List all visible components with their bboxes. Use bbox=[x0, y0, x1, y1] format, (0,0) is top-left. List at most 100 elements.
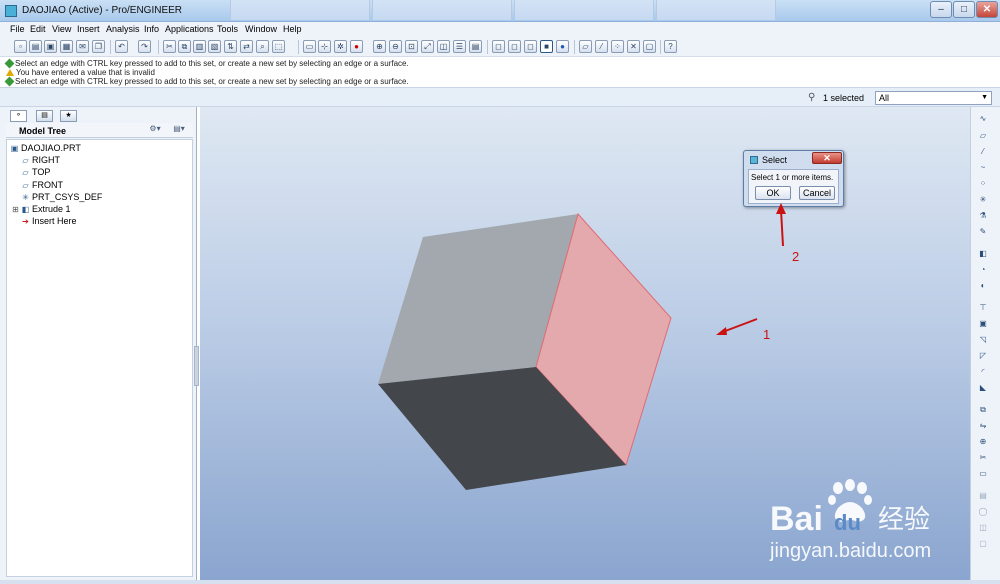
minimize-button[interactable]: – bbox=[930, 1, 952, 18]
menu-file[interactable]: File bbox=[10, 24, 25, 34]
maximize-button[interactable]: □ bbox=[953, 1, 975, 18]
menu-insert[interactable]: Insert bbox=[77, 24, 100, 34]
menu-analysis[interactable]: Analysis bbox=[106, 24, 140, 34]
no-hidden-icon[interactable]: ◻ bbox=[524, 40, 537, 53]
cancel-button[interactable]: Cancel bbox=[799, 186, 835, 200]
warning-icon bbox=[6, 69, 14, 76]
sketch-tool-icon[interactable]: ✎ bbox=[976, 226, 990, 238]
undo-icon[interactable]: ↶ bbox=[115, 40, 128, 53]
round-tool-icon[interactable]: ◜ bbox=[976, 366, 990, 378]
svg-text:经验: 经验 bbox=[878, 505, 930, 535]
model-tree-title: Model Tree bbox=[19, 126, 67, 136]
datum-planes-icon[interactable]: ▱ bbox=[579, 40, 592, 53]
sketch-curve-icon[interactable]: ∿ bbox=[976, 113, 990, 125]
regenerate-icon[interactable]: ⇅ bbox=[224, 40, 237, 53]
saved-views-icon[interactable]: ◫ bbox=[437, 40, 450, 53]
tree-settings-icon[interactable]: ⚙▾ bbox=[148, 124, 162, 136]
zoom-out-icon[interactable]: ⊖ bbox=[389, 40, 402, 53]
offset-tool-icon[interactable]: ▭ bbox=[976, 468, 990, 480]
tree-item[interactable]: ✳ PRT_CSYS_DEF bbox=[21, 192, 102, 202]
tree-item[interactable]: ▱ FRONT bbox=[21, 180, 63, 190]
view-manager-icon[interactable]: ▤ bbox=[469, 40, 482, 53]
shell-tool-icon[interactable]: ▣ bbox=[976, 318, 990, 330]
hole-tool-icon[interactable]: ⊤ bbox=[976, 302, 990, 314]
revolve-tool-icon[interactable]: ◔ bbox=[976, 264, 990, 276]
tab-folder-browser[interactable]: ▤ bbox=[36, 110, 53, 122]
datum-plane-tool-icon[interactable]: ▱ bbox=[976, 130, 990, 142]
sweep-tool-icon[interactable]: ◐ bbox=[976, 280, 990, 292]
selection-filter[interactable]: All ▼ bbox=[875, 91, 992, 105]
new-file-icon[interactable]: ▫ bbox=[14, 40, 27, 53]
annotation-display-icon[interactable]: ▢ bbox=[643, 40, 656, 53]
insert-arrow-icon: ➔ bbox=[22, 217, 29, 226]
ok-button[interactable]: OK bbox=[755, 186, 791, 200]
tree-item[interactable]: ▱ RIGHT bbox=[21, 155, 60, 165]
menu-window[interactable]: Window bbox=[245, 24, 277, 34]
copy-icon[interactable]: ⧉ bbox=[178, 40, 191, 53]
layers-icon[interactable]: ☰ bbox=[453, 40, 466, 53]
bottom-border bbox=[0, 580, 1000, 584]
coordinate-systems-icon[interactable]: ✕ bbox=[627, 40, 640, 53]
menu-applications[interactable]: Applications bbox=[165, 24, 214, 34]
regen-manager-icon[interactable]: ⇄ bbox=[240, 40, 253, 53]
datum-plane-icon: ▱ bbox=[22, 181, 29, 190]
email-icon[interactable]: ✉ bbox=[76, 40, 89, 53]
mirror-tool-icon[interactable]: ⇋ bbox=[976, 420, 990, 432]
wireframe-icon[interactable]: ◻ bbox=[492, 40, 505, 53]
menu-info[interactable]: Info bbox=[144, 24, 159, 34]
appearance-icon[interactable]: ● bbox=[350, 40, 363, 53]
datum-points-icon[interactable]: ⁘ bbox=[611, 40, 624, 53]
rib-tool-icon[interactable]: ◹ bbox=[976, 334, 990, 346]
panel-sash[interactable] bbox=[194, 346, 199, 386]
paste-icon[interactable]: ▥ bbox=[193, 40, 206, 53]
cut-icon[interactable]: ✂ bbox=[163, 40, 176, 53]
draft-tool-icon[interactable]: ◸ bbox=[976, 350, 990, 362]
trim-tool-icon[interactable]: ✂ bbox=[976, 452, 990, 464]
spin-center-icon[interactable]: ⊹ bbox=[318, 40, 331, 53]
copy-window-icon[interactable]: ❐ bbox=[92, 40, 105, 53]
tab-model-tree[interactable]: ⚬ bbox=[10, 110, 27, 122]
zoom-in-icon[interactable]: ⊕ bbox=[373, 40, 386, 53]
menu-tools[interactable]: Tools bbox=[217, 24, 238, 34]
expand-icon[interactable]: ⊞ bbox=[12, 205, 19, 214]
refit-icon[interactable]: ⊡ bbox=[405, 40, 418, 53]
datum-curve-tool-icon[interactable]: ~ bbox=[976, 162, 990, 174]
pattern-tool-icon[interactable]: ⧉ bbox=[976, 404, 990, 416]
tree-item[interactable]: ⊞ ◧ Extrude 1 bbox=[12, 204, 70, 214]
extrude-tool-icon[interactable]: ◧ bbox=[976, 248, 990, 260]
close-button[interactable]: ✕ bbox=[976, 1, 998, 18]
save-icon[interactable]: ▣ bbox=[44, 40, 57, 53]
csys-tool-icon[interactable]: ✳ bbox=[976, 194, 990, 206]
dialog-close-button[interactable]: ✕ bbox=[812, 152, 842, 164]
shading-icon[interactable]: ■ bbox=[540, 40, 553, 53]
datum-point-tool-icon[interactable]: ⁘ bbox=[976, 178, 990, 190]
tab-favorites[interactable]: ★ bbox=[60, 110, 77, 122]
menu-edit[interactable]: Edit bbox=[30, 24, 46, 34]
datum-axes-icon[interactable]: ⁄ bbox=[595, 40, 608, 53]
redraw-icon[interactable]: ▭ bbox=[303, 40, 316, 53]
tree-columns-icon[interactable]: ▤▾ bbox=[172, 124, 186, 136]
find-icon[interactable]: ⌕ bbox=[256, 40, 269, 53]
enhanced-realism-icon[interactable]: ● bbox=[556, 40, 569, 53]
tree-item[interactable]: ➔ Insert Here bbox=[21, 216, 76, 226]
context-help-icon[interactable]: ? bbox=[664, 40, 677, 53]
app-icon bbox=[5, 5, 17, 17]
open-folder-icon[interactable]: ▤ bbox=[29, 40, 42, 53]
select-box-icon[interactable]: ⬚ bbox=[272, 40, 285, 53]
reorient-icon[interactable]: ⤢ bbox=[421, 40, 434, 53]
hidden-line-icon[interactable]: ◻ bbox=[508, 40, 521, 53]
tree-item[interactable]: ▣ DAOJIAO.PRT bbox=[10, 143, 81, 153]
paste-special-icon[interactable]: ▧ bbox=[208, 40, 221, 53]
chevron-down-icon: ▼ bbox=[981, 94, 988, 101]
menu-help[interactable]: Help bbox=[283, 24, 302, 34]
toolbar-separator bbox=[110, 40, 111, 54]
tree-item[interactable]: ▱ TOP bbox=[21, 167, 50, 177]
merge-tool-icon[interactable]: ⊕ bbox=[976, 436, 990, 448]
print-icon[interactable]: ▦ bbox=[60, 40, 73, 53]
orient-mode-icon[interactable]: ✲ bbox=[334, 40, 347, 53]
analysis-tool-icon[interactable]: ⚗ bbox=[976, 210, 990, 222]
chamfer-tool-icon[interactable]: ◣ bbox=[976, 382, 990, 394]
menu-view[interactable]: View bbox=[52, 24, 71, 34]
redo-icon[interactable]: ↷ bbox=[138, 40, 151, 53]
datum-axis-tool-icon[interactable]: ⁄ bbox=[976, 146, 990, 158]
